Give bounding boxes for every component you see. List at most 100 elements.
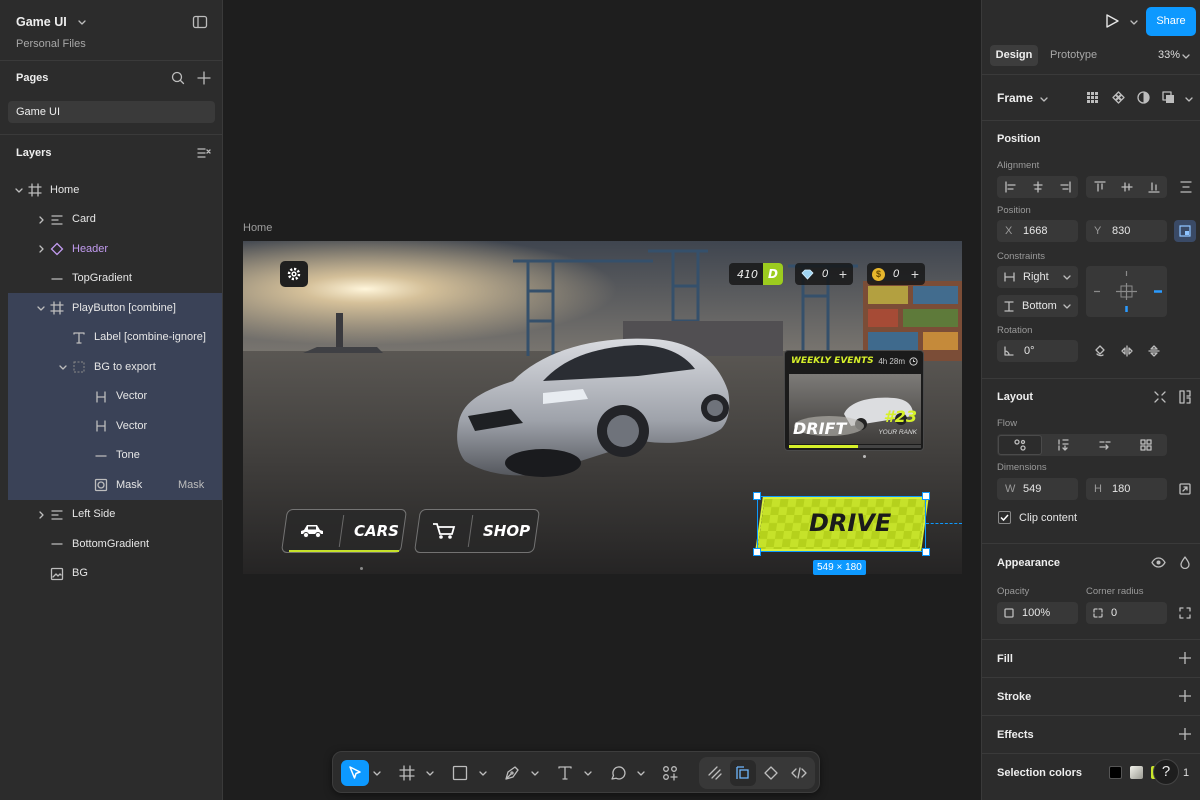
chevron-down-icon[interactable] [77, 17, 87, 27]
page-item[interactable]: Game UI [8, 101, 215, 123]
help-button[interactable]: ? [1153, 759, 1179, 785]
shop-button[interactable]: SHOP [413, 509, 541, 553]
coins-pill[interactable]: $ 0 + [867, 263, 925, 285]
align-right-button[interactable] [1051, 176, 1078, 198]
chevron-down-icon[interactable] [58, 362, 68, 372]
x-field[interactable]: X 1668 [997, 220, 1078, 242]
pen-tool[interactable] [499, 760, 525, 786]
layer-row[interactable]: Home [8, 175, 222, 205]
add-coins-icon[interactable]: + [911, 266, 919, 282]
layer-row[interactable]: TopGradient [8, 264, 222, 294]
frame-type-select[interactable]: Frame [997, 91, 1033, 105]
comment-tool[interactable] [605, 760, 631, 786]
layer-row[interactable]: Tone [8, 440, 222, 470]
align-top-button[interactable] [1086, 176, 1113, 198]
dev-mode[interactable] [786, 760, 812, 786]
align-bottom-button[interactable] [1140, 176, 1167, 198]
chevron-down-icon[interactable] [373, 769, 381, 777]
grid-icon[interactable] [1086, 91, 1099, 104]
distribute-button[interactable] [1175, 176, 1197, 198]
component-mode[interactable] [758, 760, 784, 786]
layer-row[interactable]: Card [8, 205, 222, 235]
boolean-icon[interactable] [1162, 91, 1175, 104]
chevron-down-icon[interactable] [1185, 95, 1193, 103]
chevron-down-icon[interactable] [1182, 52, 1190, 60]
zoom-level[interactable]: 33% [1158, 49, 1180, 61]
flow-horizontal-button[interactable] [1084, 434, 1126, 456]
layer-row[interactable]: Label [combine-ignore] [8, 322, 222, 352]
add-stroke-icon[interactable] [1179, 690, 1191, 702]
layer-row[interactable]: Vector [8, 381, 222, 411]
width-field[interactable]: W 549 [997, 478, 1078, 500]
independent-corners-button[interactable] [1174, 602, 1196, 624]
design-mode[interactable] [730, 760, 756, 786]
blend-mode-icon[interactable] [1179, 556, 1191, 569]
draw-mode[interactable] [702, 760, 728, 786]
color-swatch-gradient[interactable] [1130, 766, 1143, 779]
chevron-right-icon[interactable] [36, 215, 46, 225]
chevron-down-icon[interactable] [584, 769, 592, 777]
absolute-position-button[interactable] [1174, 220, 1196, 242]
color-swatch-black[interactable] [1109, 766, 1122, 779]
add-gems-icon[interactable]: + [839, 266, 847, 282]
constraint-widget[interactable] [1086, 266, 1167, 317]
add-fill-icon[interactable] [1179, 652, 1191, 664]
y-field[interactable]: Y 830 [1086, 220, 1167, 242]
vertical-constraint-select[interactable]: Bottom [997, 295, 1078, 317]
chevron-down-icon[interactable] [531, 769, 539, 777]
align-middle-button[interactable] [1113, 176, 1140, 198]
settings-button[interactable] [280, 261, 308, 287]
rotate-button[interactable] [1089, 340, 1111, 362]
layer-row[interactable]: Mask Mask [8, 470, 222, 500]
chevron-down-icon[interactable] [1130, 18, 1138, 26]
search-icon[interactable] [171, 71, 185, 85]
frame-label[interactable]: Home [243, 222, 272, 234]
horizontal-constraint-select[interactable]: Right [997, 266, 1078, 288]
frame-tool[interactable] [394, 760, 420, 786]
tab-prototype[interactable]: Prototype [1050, 49, 1097, 61]
layer-row[interactable]: BG [8, 559, 222, 589]
trophy-pill[interactable]: 410 D [729, 263, 783, 285]
chevron-down-icon[interactable] [479, 769, 487, 777]
chevron-down-icon[interactable] [637, 769, 645, 777]
tab-design[interactable]: Design [990, 45, 1038, 66]
flow-vertical-button[interactable] [1043, 434, 1085, 456]
eye-icon[interactable] [1151, 557, 1166, 568]
height-field[interactable]: H 180 [1086, 478, 1167, 500]
flip-horizontal-button[interactable] [1116, 340, 1138, 362]
actions-tool[interactable] [657, 760, 683, 786]
resize-handle[interactable] [753, 548, 761, 556]
collapse-layers-icon[interactable] [197, 147, 211, 159]
sidebar-toggle-icon[interactable] [192, 15, 208, 29]
resize-handle[interactable] [922, 548, 930, 556]
mask-icon[interactable] [1137, 91, 1150, 104]
constrain-proportions-button[interactable] [1174, 478, 1196, 500]
play-icon[interactable] [1104, 13, 1120, 29]
layer-row[interactable]: PlayButton [combine] [8, 293, 222, 323]
rotation-field[interactable]: 0° [997, 340, 1078, 362]
layer-row[interactable]: BG to export [8, 352, 222, 382]
gems-pill[interactable]: 0 + [795, 263, 853, 285]
chevron-right-icon[interactable] [36, 510, 46, 520]
layout-guide-icon[interactable] [1179, 390, 1191, 404]
align-center-h-button[interactable] [1024, 176, 1051, 198]
flow-freeform-button[interactable] [998, 435, 1042, 455]
align-left-button[interactable] [997, 176, 1024, 198]
chevron-down-icon[interactable] [426, 769, 434, 777]
text-tool[interactable] [552, 760, 578, 786]
clip-content-checkbox[interactable] [998, 511, 1011, 524]
resize-to-fit-icon[interactable] [1154, 391, 1166, 403]
component-icon[interactable] [1112, 91, 1125, 104]
move-tool[interactable] [341, 760, 369, 786]
add-page-icon[interactable] [197, 71, 211, 85]
flow-grid-button[interactable] [1126, 434, 1168, 456]
chevron-right-icon[interactable] [36, 244, 46, 254]
layer-row[interactable]: BottomGradient [8, 529, 222, 559]
flip-vertical-button[interactable] [1143, 340, 1165, 362]
weekly-event-card[interactable]: WEEKLY EVENTS 4h 28m DRIFT #23 YOUR RANK [784, 350, 924, 451]
add-effect-icon[interactable] [1179, 728, 1191, 740]
corner-radius-field[interactable]: 0 [1086, 602, 1167, 624]
chevron-down-icon[interactable] [14, 185, 24, 195]
layer-row[interactable]: Vector [8, 411, 222, 441]
layer-row[interactable]: Left Side [8, 500, 222, 530]
